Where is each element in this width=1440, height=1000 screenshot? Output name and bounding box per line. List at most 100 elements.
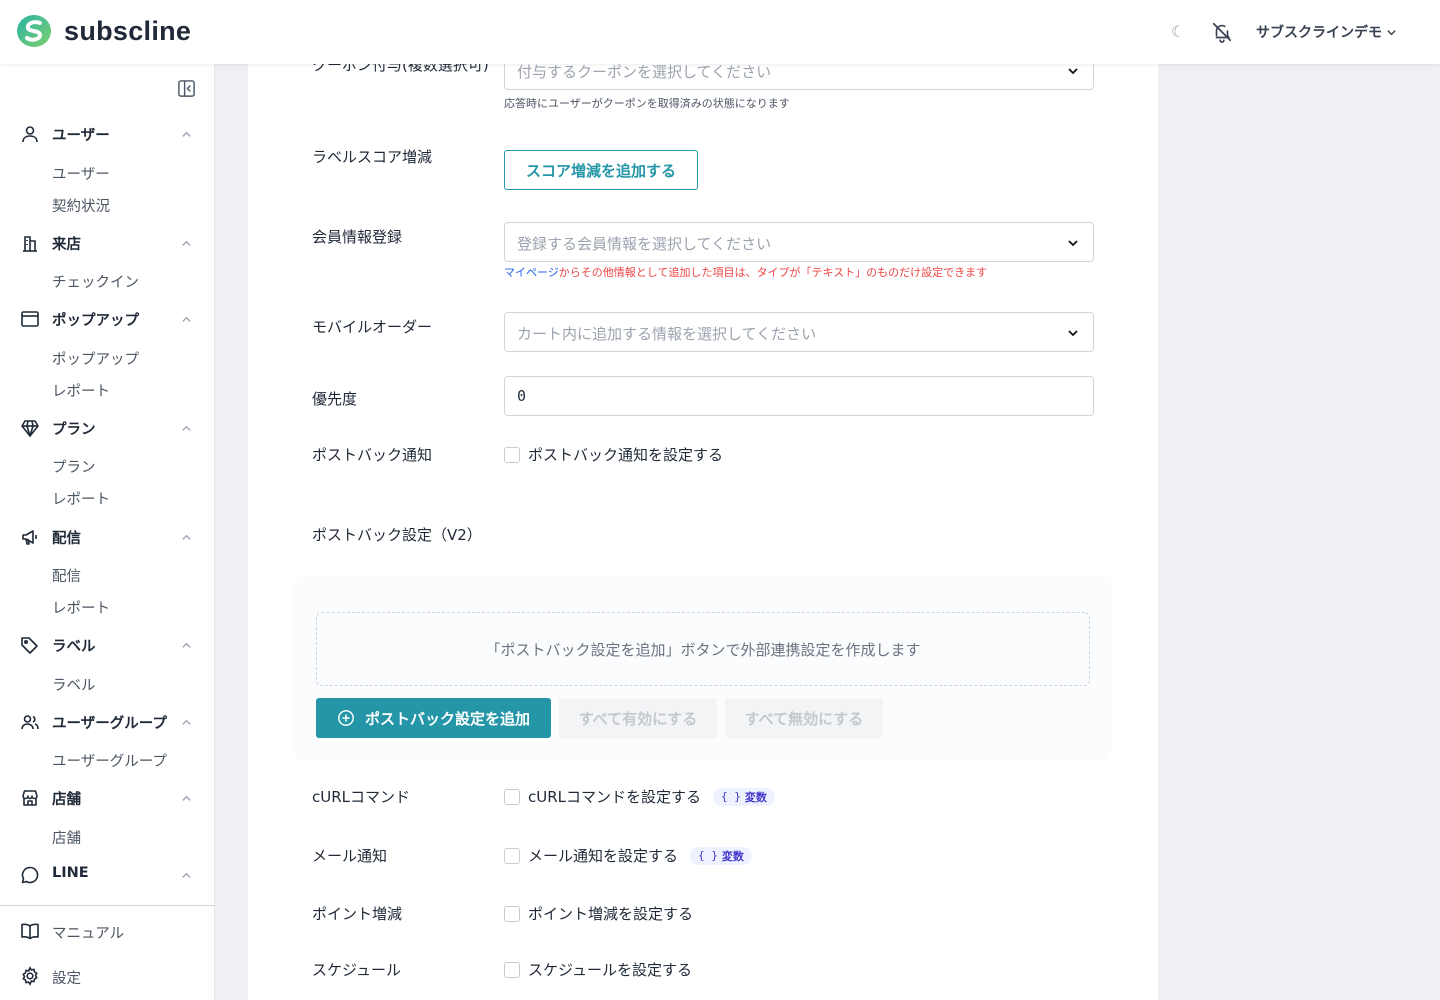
nav-head-user-groups[interactable]: ユーザーグループ (0, 709, 215, 735)
braces-icon: { } (721, 790, 741, 803)
book-icon (21, 923, 39, 940)
sidebar-item-user-groups[interactable]: ユーザーグループ (52, 750, 167, 771)
chevron-up-icon (182, 795, 191, 801)
chevron-up-icon (182, 534, 191, 540)
curl-label: cURLコマンド (312, 788, 411, 806)
nav-head-label: 配信 (52, 531, 81, 547)
user-menu[interactable]: サブスクラインデモ (1256, 22, 1397, 42)
points-checkbox-label[interactable]: ポイント増減を設定する (528, 903, 693, 924)
variables-badge-label: 変数 (721, 849, 744, 863)
notification-off-icon[interactable] (1211, 21, 1233, 43)
chat-icon (21, 866, 39, 884)
chevron-down-icon (1068, 68, 1078, 75)
schedule-checkbox-label[interactable]: スケジュールを設定する (528, 959, 692, 980)
sidebar-collapse-icon[interactable] (177, 79, 196, 98)
points-label: ポイント増減 (312, 905, 403, 923)
brand-logo[interactable]: subscline (16, 14, 191, 48)
nav-head-popup[interactable]: ポップアップ (0, 306, 215, 332)
mail-row: メール通知を設定する { } 変数 (504, 845, 752, 866)
mail-label: メール通知 (312, 847, 388, 865)
nav-head-visits[interactable]: 来店 (0, 230, 215, 256)
chevron-up-icon (182, 642, 191, 648)
sidebar: ユーザー ユーザー 契約状況 来店 チェックイン ポップアップ ポップアップ レ… (0, 64, 215, 1000)
window-icon (21, 311, 39, 327)
sidebar-item-contracts[interactable]: 契約状況 (52, 195, 110, 216)
sidebar-item-checkin[interactable]: チェックイン (52, 271, 139, 292)
variables-badge[interactable]: { } 変数 (713, 787, 775, 806)
form-card: クーポン付与(複数選択可) 付与するクーポンを選択してください 応答時にユーザー… (248, 50, 1158, 1000)
dark-mode-toggle-icon[interactable]: ☾ (1171, 22, 1185, 41)
sidebar-item-label: マニュアル (52, 926, 125, 942)
postback-v2-label: ポストバック設定（V2） (312, 526, 482, 544)
sidebar-item-popup-report[interactable]: レポート (52, 380, 110, 401)
nav-head-line[interactable]: LINE (0, 862, 215, 888)
points-row: ポイント増減を設定する (504, 903, 693, 924)
nav-head-label: ユーザーグループ (52, 716, 167, 732)
mobile-order-label: モバイルオーダー (312, 318, 433, 336)
chevron-up-icon (182, 425, 191, 431)
nav-head-label: 店舗 (52, 792, 81, 808)
chevron-down-icon (1387, 29, 1396, 35)
plus-circle-icon (338, 710, 354, 726)
user-icon (22, 126, 38, 143)
curl-checkbox-label[interactable]: cURLコマンドを設定する (528, 786, 701, 807)
users-icon (21, 715, 39, 730)
sidebar-item-delivery-report[interactable]: レポート (52, 597, 110, 618)
priority-input[interactable]: 0 (504, 376, 1094, 416)
chevron-up-icon (182, 240, 191, 246)
priority-label: 優先度 (312, 390, 358, 408)
nav-head-label-group[interactable]: ラベル (0, 632, 215, 658)
nav-head-label: プラン (52, 422, 96, 438)
chevron-down-icon (1068, 240, 1078, 247)
enable-all-button[interactable]: すべて有効にする (559, 698, 717, 738)
add-postback-button[interactable]: ポストバック設定を追加 (316, 698, 551, 738)
sidebar-item-label[interactable]: ラベル (52, 674, 96, 695)
schedule-checkbox[interactable] (504, 961, 520, 978)
postback-notify-checkbox-label[interactable]: ポストバック通知を設定する (528, 444, 723, 465)
sidebar-item-stores[interactable]: 店舗 (52, 827, 81, 848)
nav-head-label: ユーザー (52, 128, 110, 144)
nav-head-label: ラベル (52, 639, 96, 655)
sidebar-item-users[interactable]: ユーザー (52, 163, 110, 184)
chevron-up-icon (182, 316, 191, 322)
nav-head-users[interactable]: ユーザー (0, 121, 215, 147)
building-icon (23, 236, 37, 252)
postback-notify-label: ポストバック通知 (312, 446, 433, 464)
postback-notify-checkbox[interactable] (504, 446, 520, 463)
mail-checkbox[interactable] (504, 847, 520, 864)
sidebar-item-manual[interactable]: マニュアル (0, 918, 215, 944)
variables-badge[interactable]: { } 変数 (690, 846, 752, 865)
points-checkbox[interactable] (504, 905, 520, 922)
gear-icon (22, 966, 38, 986)
member-info-help-text: からその他情報として追加した項目は、タイプが「テキスト」のものだけ設定できます (558, 266, 988, 279)
chevron-up-icon (182, 872, 191, 878)
sidebar-item-settings[interactable]: 設定 (0, 963, 215, 989)
nav-head-plan[interactable]: プラン (0, 415, 215, 441)
nav-head-label: 来店 (52, 237, 81, 253)
priority-value: 0 (517, 387, 527, 405)
sidebar-item-plan-report[interactable]: レポート (52, 488, 110, 509)
mobile-order-select[interactable]: カート内に追加する情報を選択してください (504, 312, 1094, 352)
schedule-label: スケジュール (312, 961, 401, 979)
disable-all-button[interactable]: すべて無効にする (725, 698, 883, 738)
postback-empty-state: 「ポストバック設定を追加」ボタンで外部連携設定を作成します (316, 612, 1090, 686)
curl-row: cURLコマンドを設定する { } 変数 (504, 786, 775, 807)
member-info-placeholder: 登録する会員情報を選択してください (517, 235, 772, 253)
mypage-link[interactable]: マイページ (504, 266, 559, 279)
nav-head-label: LINE (52, 865, 89, 881)
mail-checkbox-label[interactable]: メール通知を設定する (528, 845, 678, 866)
curl-checkbox[interactable] (504, 788, 520, 805)
nav-head-delivery[interactable]: 配信 (0, 524, 215, 550)
sidebar-item-plan[interactable]: プラン (52, 456, 96, 477)
postback-notify-row: ポストバック通知を設定する (504, 444, 723, 465)
braces-icon: { } (698, 849, 718, 862)
brand-name: subscline (64, 15, 192, 46)
sidebar-item-popup[interactable]: ポップアップ (52, 348, 139, 369)
add-postback-label: ポストバック設定を追加 (364, 709, 530, 728)
add-score-button[interactable]: スコア増減を追加する (504, 150, 698, 190)
member-info-select[interactable]: 登録する会員情報を選択してください (504, 222, 1094, 262)
sidebar-item-delivery[interactable]: 配信 (52, 565, 81, 586)
nav-head-stores[interactable]: 店舗 (0, 785, 215, 811)
variables-badge-label: 変数 (744, 790, 767, 804)
member-info-help: マイページからその他情報として追加した項目は、タイプが「テキスト」のものだけ設定… (504, 264, 987, 280)
